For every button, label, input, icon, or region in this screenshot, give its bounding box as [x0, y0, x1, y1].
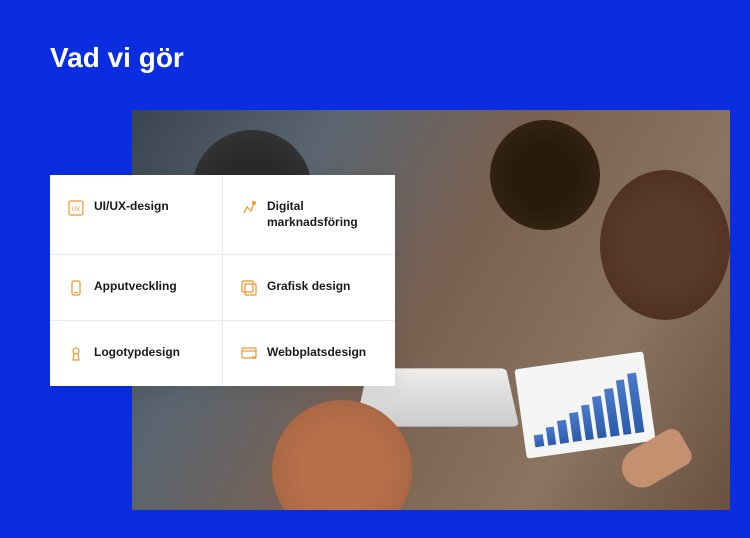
- service-label: Digital marknadsföring: [267, 199, 377, 230]
- service-graphic[interactable]: Grafisk design: [223, 255, 395, 320]
- graphic-icon: [241, 280, 257, 296]
- service-label: Webbplatsdesign: [267, 345, 366, 361]
- section-title: Vad vi gör: [50, 42, 184, 74]
- service-web[interactable]: Webbplatsdesign: [223, 321, 395, 386]
- service-label: UI/UX-design: [94, 199, 169, 215]
- uiux-icon: UX: [68, 200, 84, 216]
- service-label: Grafisk design: [267, 279, 350, 295]
- service-label: Logotypdesign: [94, 345, 180, 361]
- service-uiux[interactable]: UX UI/UX-design: [50, 175, 223, 254]
- web-icon: [241, 346, 257, 362]
- svg-text:UX: UX: [72, 207, 80, 213]
- service-logo[interactable]: Logotypdesign: [50, 321, 223, 386]
- services-row: Logotypdesign Webbplatsdesign: [50, 321, 395, 386]
- service-digital[interactable]: Digital marknadsföring: [223, 175, 395, 254]
- services-row: UX UI/UX-design Digital marknadsföring: [50, 175, 395, 255]
- services-card: UX UI/UX-design Digital marknadsföring A…: [50, 175, 395, 386]
- logo-icon: [68, 346, 84, 362]
- service-label: Apputveckling: [94, 279, 177, 295]
- service-app[interactable]: Apputveckling: [50, 255, 223, 320]
- app-icon: [68, 280, 84, 296]
- digital-icon: [241, 200, 257, 216]
- services-row: Apputveckling Grafisk design: [50, 255, 395, 321]
